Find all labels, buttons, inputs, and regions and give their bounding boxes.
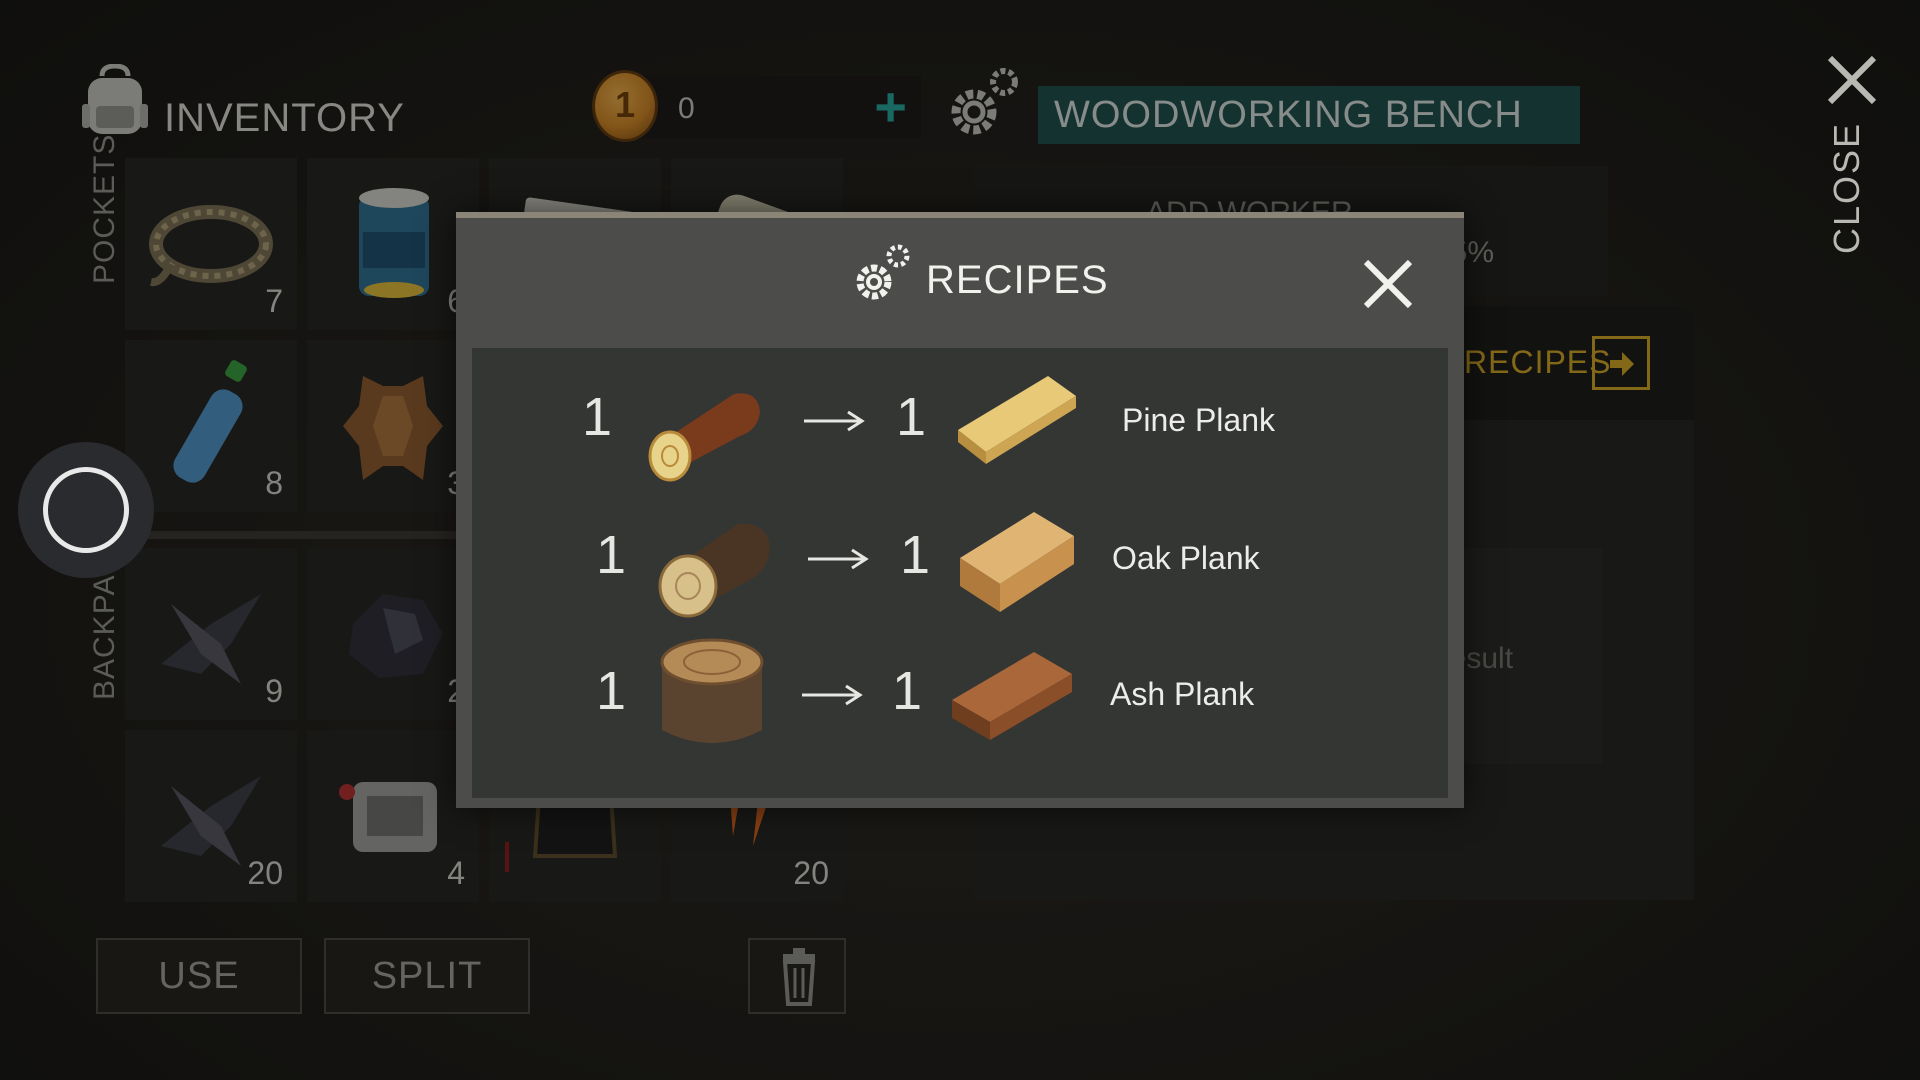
- arrow-right-icon: [808, 548, 869, 570]
- arrow-right-icon: [802, 684, 863, 706]
- close-button[interactable]: CLOSE: [1826, 122, 1868, 254]
- modal-title: RECIPES: [926, 258, 1109, 302]
- joystick[interactable]: [18, 442, 154, 578]
- close-icon[interactable]: [1826, 54, 1878, 106]
- modal-header: RECIPES: [456, 218, 1464, 342]
- input-qty: 1: [596, 525, 627, 585]
- output-qty: 1: [892, 661, 923, 721]
- output-qty: 1: [900, 525, 931, 585]
- joystick-ring: [43, 467, 129, 553]
- oak-log-icon: [658, 523, 770, 618]
- recipe-name: Ash Plank: [1110, 676, 1255, 712]
- recipe-row: 1 1 Oak Plank: [472, 494, 1448, 624]
- oak-plank-icon: [960, 512, 1074, 612]
- input-qty: 1: [596, 661, 627, 721]
- recipe-row: 1 1 Ash Plank: [472, 630, 1448, 760]
- gears-icon: [856, 244, 910, 300]
- input-qty: 1: [582, 387, 613, 447]
- recipe-name: Oak Plank: [1112, 540, 1260, 576]
- recipes-modal: RECIPES 1 1 Pine Plank 1 1 Oak Plank 1 1…: [456, 212, 1464, 808]
- ash-plank-icon: [952, 652, 1072, 740]
- ash-log-icon: [660, 638, 764, 743]
- output-qty: 1: [896, 387, 927, 447]
- pine-log-icon: [648, 393, 760, 482]
- recipe-name: Pine Plank: [1122, 402, 1275, 438]
- close-icon[interactable]: [1360, 256, 1416, 312]
- recipe-row: 1 1 Pine Plank: [472, 356, 1448, 486]
- recipe-list: 1 1 Pine Plank 1 1 Oak Plank 1 1 Ash Pla…: [472, 348, 1448, 798]
- arrow-right-icon: [804, 410, 865, 432]
- pine-plank-icon: [958, 376, 1076, 464]
